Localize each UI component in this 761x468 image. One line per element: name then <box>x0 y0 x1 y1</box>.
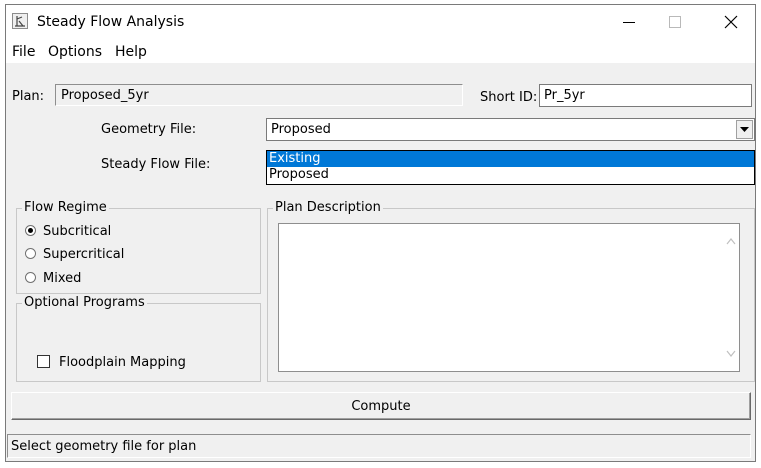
close-button[interactable] <box>708 5 754 39</box>
scroll-down-icon[interactable] <box>726 350 735 357</box>
menu-file[interactable]: File <box>12 44 35 60</box>
radio-label-supercritical: Supercritical <box>43 247 125 262</box>
vertical-scrollbar[interactable] <box>722 224 739 371</box>
minimize-button[interactable] <box>606 5 652 39</box>
floodplain-mapping-checkbox[interactable] <box>37 355 50 368</box>
steady-flow-file-label: Steady Flow File: <box>101 157 211 172</box>
status-bar: Select geometry file for plan <box>7 434 751 458</box>
radio-button[interactable] <box>25 272 36 283</box>
menu-bar: File Options Help <box>6 39 755 63</box>
flow-regime-group: Flow Regime Subcritical Supercritical Mi… <box>16 200 261 294</box>
flow-regime-title: Flow Regime <box>22 200 109 215</box>
combo-dropdown-button[interactable] <box>736 120 753 139</box>
window-title: Steady Flow Analysis <box>37 14 185 30</box>
radio-label-subcritical: Subcritical <box>43 224 112 239</box>
radio-button[interactable] <box>25 248 36 259</box>
radio-subcritical[interactable]: Subcritical <box>25 224 111 239</box>
short-id-value: Pr_5yr <box>544 88 585 103</box>
plan-label: Plan: <box>12 89 45 104</box>
geometry-file-selected: Proposed <box>271 122 331 137</box>
status-text: Select geometry file for plan <box>11 439 197 454</box>
geometry-file-dropdown-list: Existing Proposed <box>266 150 755 185</box>
geometry-file-select[interactable]: Proposed <box>266 118 755 141</box>
floodplain-mapping-option[interactable]: Floodplain Mapping <box>37 355 186 370</box>
plan-title-value: Proposed_5yr <box>61 88 149 103</box>
geometry-file-label: Geometry File: <box>101 122 197 137</box>
plan-description-group: Plan Description <box>267 200 755 382</box>
radio-supercritical[interactable]: Supercritical <box>25 247 124 262</box>
short-id-label: Short ID: <box>480 90 538 105</box>
menu-options[interactable]: Options <box>48 44 102 60</box>
optional-programs-title: Optional Programs <box>22 295 147 310</box>
maximize-icon <box>669 16 681 28</box>
hec-ras-icon[interactable] <box>12 13 28 29</box>
scroll-up-icon[interactable] <box>726 238 735 245</box>
plan-description-textarea[interactable] <box>278 223 740 372</box>
compute-button[interactable]: Compute <box>11 392 751 420</box>
menu-help[interactable]: Help <box>115 44 147 60</box>
plan-title-field[interactable]: Proposed_5yr <box>55 84 463 106</box>
title-bar: Steady Flow Analysis <box>6 5 755 39</box>
radio-label-mixed: Mixed <box>43 271 82 286</box>
close-icon <box>724 15 738 29</box>
dropdown-option-existing[interactable]: Existing <box>267 151 754 167</box>
maximize-button[interactable] <box>652 5 698 39</box>
dropdown-option-proposed[interactable]: Proposed <box>267 167 754 183</box>
optional-programs-group: Optional Programs Floodplain Mapping <box>16 295 261 382</box>
chevron-down-icon <box>740 127 749 132</box>
steady-flow-analysis-window: Steady Flow Analysis File Options Help P… <box>5 4 756 462</box>
floodplain-mapping-label: Floodplain Mapping <box>59 355 186 370</box>
radio-button-checked[interactable] <box>25 225 36 236</box>
plan-description-title: Plan Description <box>273 200 383 215</box>
radio-mixed[interactable]: Mixed <box>25 271 81 286</box>
short-id-input[interactable]: Pr_5yr <box>539 84 752 107</box>
minimize-icon <box>623 22 635 23</box>
